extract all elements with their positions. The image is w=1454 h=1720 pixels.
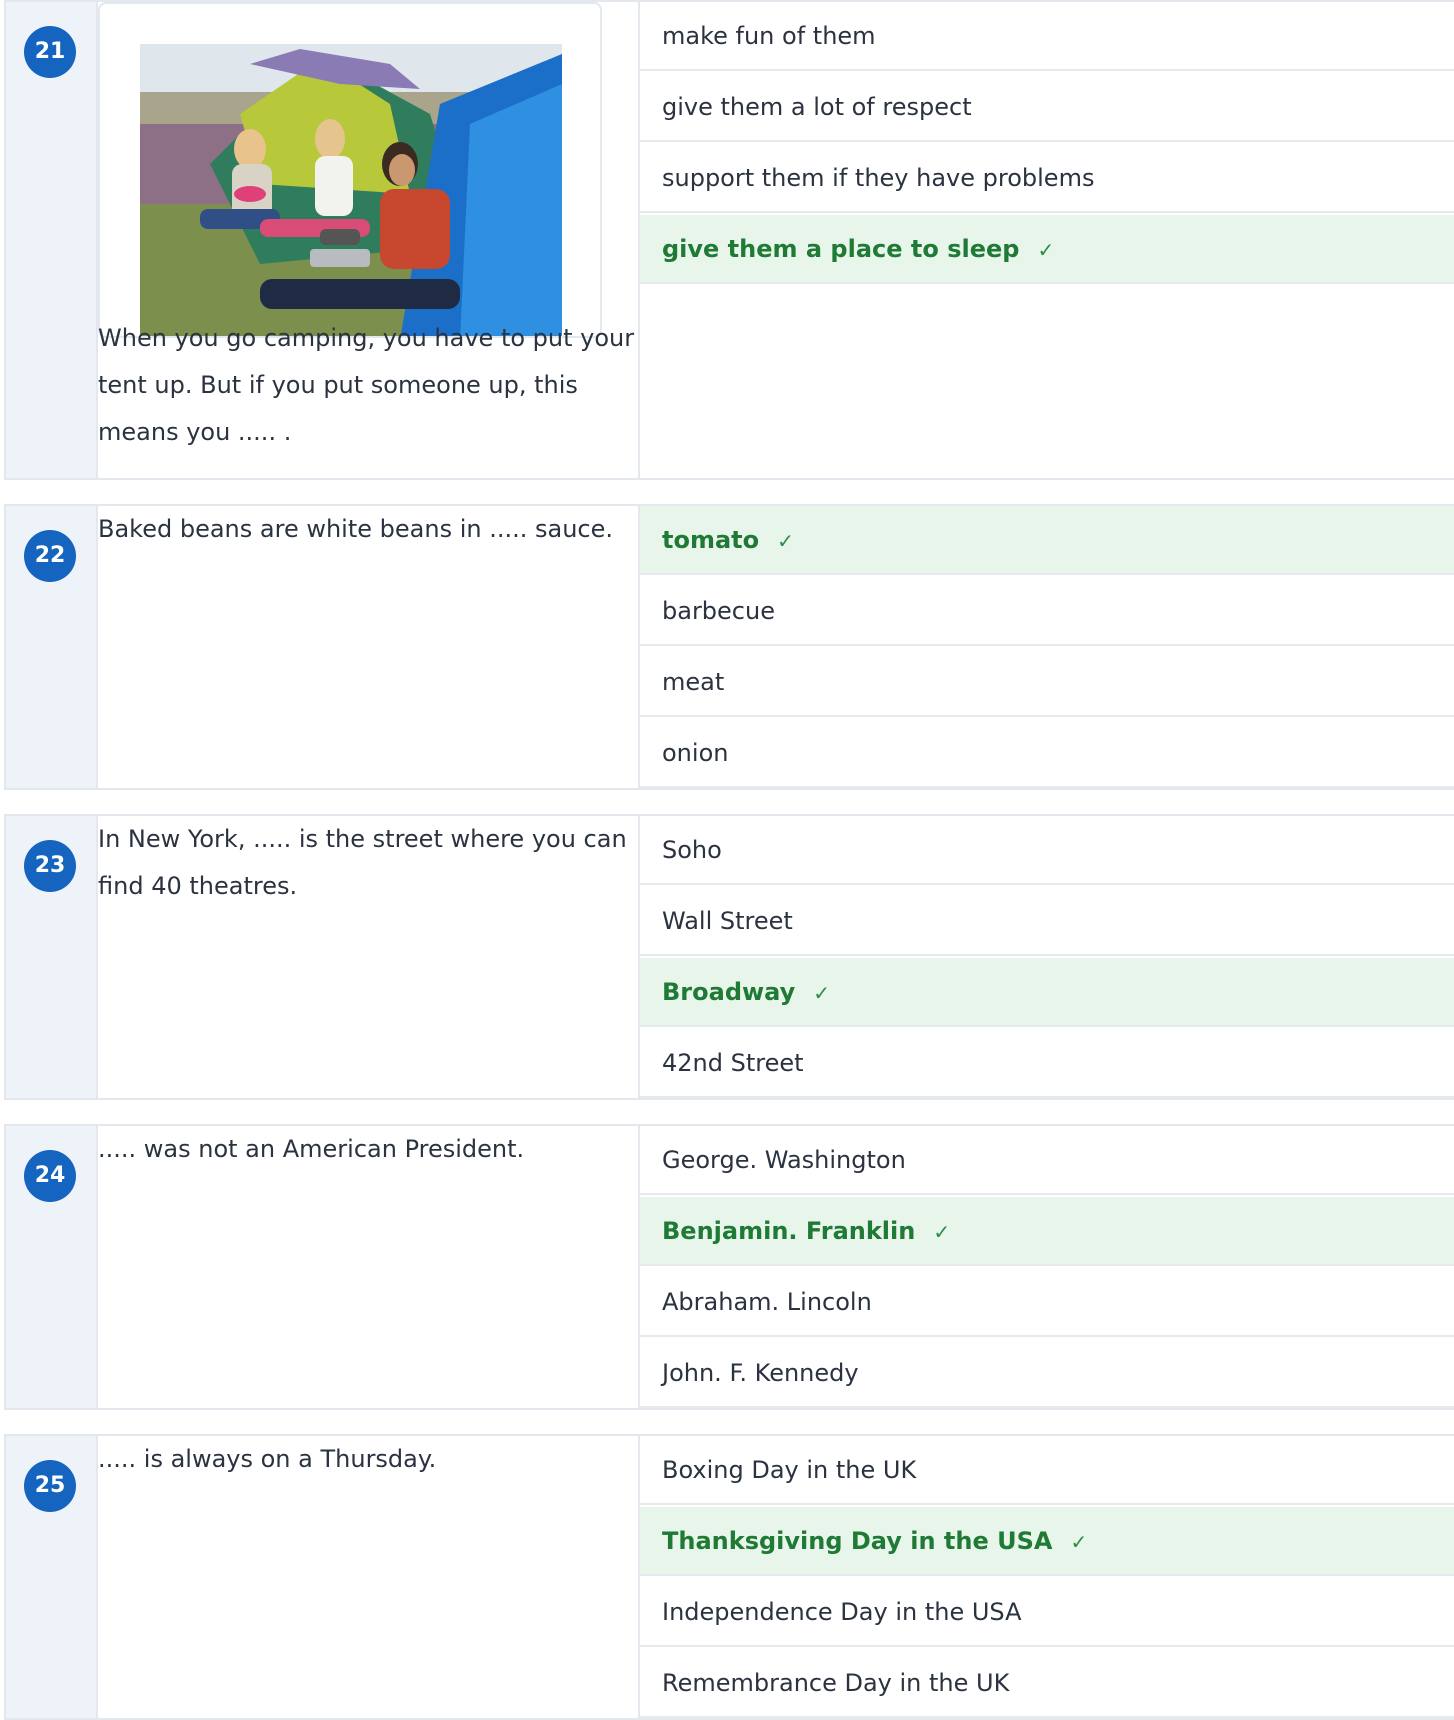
- answer-option-correct[interactable]: Thanksgiving Day in the USA ✓: [640, 1507, 1454, 1576]
- question-prompt: ..... was not an American President.: [98, 1126, 638, 1408]
- question-number-column: 24: [6, 1126, 98, 1408]
- answer-option[interactable]: Soho: [640, 816, 1454, 885]
- question-card: 21 When you go camping, you have to put …: [4, 0, 1454, 480]
- answer-option-label: 42nd Street: [662, 1049, 804, 1077]
- answer-option[interactable]: John. F. Kennedy: [640, 1339, 1454, 1408]
- question-prompt: Baked beans are white beans in ..... sau…: [98, 506, 638, 788]
- question-number-column: 25: [6, 1436, 98, 1718]
- answer-option-label: onion: [662, 739, 729, 767]
- answer-option-correct[interactable]: give them a place to sleep ✓: [640, 215, 1454, 284]
- answer-option-correct[interactable]: Broadway ✓: [640, 958, 1454, 1027]
- question-prompt: ..... is always on a Thursday.: [98, 1436, 638, 1718]
- answer-option-label: George. Washington: [662, 1146, 906, 1174]
- answer-option-label: Wall Street: [662, 907, 793, 935]
- answer-option-correct[interactable]: Benjamin. Franklin ✓: [640, 1197, 1454, 1266]
- answer-option-correct[interactable]: tomato ✓: [640, 506, 1454, 575]
- answer-option-label: give them a lot of respect: [662, 93, 972, 121]
- answer-option-label: Thanksgiving Day in the USA: [662, 1527, 1053, 1555]
- question-number-badge: 22: [24, 530, 76, 582]
- quiz-list: 21 When you go camping, you have to put …: [0, 0, 1454, 1720]
- answer-options: make fun of them give them a lot of resp…: [638, 2, 1454, 478]
- answer-option-label: tomato: [662, 526, 760, 554]
- question-prompt: In New York, ..... is the street where y…: [98, 816, 638, 1098]
- question-card: 24 ..... was not an American President. …: [4, 1124, 1454, 1410]
- answer-option[interactable]: give them a lot of respect: [640, 73, 1454, 142]
- question-number-badge: 25: [24, 1460, 76, 1512]
- answer-option-label: John. F. Kennedy: [662, 1359, 859, 1387]
- answer-option-label: meat: [662, 668, 725, 696]
- check-icon: ✓: [1070, 1530, 1088, 1554]
- answer-option-label: support them if they have problems: [662, 164, 1095, 192]
- answer-option[interactable]: barbecue: [640, 577, 1454, 646]
- camping-photo: [140, 44, 562, 336]
- question-number-badge: 24: [24, 1150, 76, 1202]
- answer-option-label: Independence Day in the USA: [662, 1598, 1022, 1626]
- question-number-column: 21: [6, 2, 98, 478]
- question-text: ..... was not an American President.: [98, 1135, 525, 1163]
- answer-options: tomato ✓ barbecue meat onion: [638, 506, 1454, 788]
- question-number-badge: 23: [24, 840, 76, 892]
- answer-option-label: Soho: [662, 836, 722, 864]
- question-number-column: 22: [6, 506, 98, 788]
- question-number-badge: 21: [24, 26, 76, 78]
- answer-option-label: make fun of them: [662, 22, 876, 50]
- question-prompt: When you go camping, you have to put you…: [98, 2, 638, 478]
- check-icon: ✓: [777, 529, 794, 553]
- answer-option[interactable]: onion: [640, 719, 1454, 788]
- answer-option[interactable]: meat: [640, 648, 1454, 717]
- check-icon: ✓: [1037, 238, 1055, 262]
- answer-option[interactable]: Remembrance Day in the UK: [640, 1649, 1454, 1718]
- answer-option[interactable]: 42nd Street: [640, 1029, 1454, 1098]
- answer-option[interactable]: make fun of them: [640, 2, 1454, 71]
- question-image-frame: [98, 2, 602, 338]
- question-number-column: 23: [6, 816, 98, 1098]
- question-text: Baked beans are white beans in ..... sau…: [98, 515, 613, 543]
- question-card: 22 Baked beans are white beans in ..... …: [4, 504, 1454, 790]
- answer-options: George. Washington Benjamin. Franklin ✓ A…: [638, 1126, 1454, 1408]
- question-text: In New York, ..... is the street where y…: [98, 825, 627, 900]
- question-card: 25 ..... is always on a Thursday. Boxing…: [4, 1434, 1454, 1720]
- answer-option[interactable]: Boxing Day in the UK: [640, 1436, 1454, 1505]
- check-icon: ✓: [813, 981, 831, 1005]
- answer-options: Boxing Day in the UK Thanksgiving Day in…: [638, 1436, 1454, 1718]
- check-icon: ✓: [933, 1220, 951, 1244]
- question-text: When you go camping, you have to put you…: [98, 324, 635, 446]
- answer-option-label: give them a place to sleep: [662, 235, 1020, 263]
- answer-option-label: Remembrance Day in the UK: [662, 1669, 1010, 1697]
- answer-option[interactable]: support them if they have problems: [640, 144, 1454, 213]
- answer-option-label: Broadway: [662, 978, 796, 1006]
- answer-option-label: barbecue: [662, 597, 775, 625]
- answer-options: Soho Wall Street Broadway ✓ 42nd Street: [638, 816, 1454, 1098]
- answer-option[interactable]: Independence Day in the USA: [640, 1578, 1454, 1647]
- answer-option[interactable]: Abraham. Lincoln: [640, 1268, 1454, 1337]
- answer-option-label: Boxing Day in the UK: [662, 1456, 917, 1484]
- answer-option-label: Abraham. Lincoln: [662, 1288, 872, 1316]
- question-text: ..... is always on a Thursday.: [98, 1445, 437, 1473]
- answer-option[interactable]: Wall Street: [640, 887, 1454, 956]
- answer-option-label: Benjamin. Franklin: [662, 1217, 916, 1245]
- answer-option[interactable]: George. Washington: [640, 1126, 1454, 1195]
- question-card: 23 In New York, ..... is the street wher…: [4, 814, 1454, 1100]
